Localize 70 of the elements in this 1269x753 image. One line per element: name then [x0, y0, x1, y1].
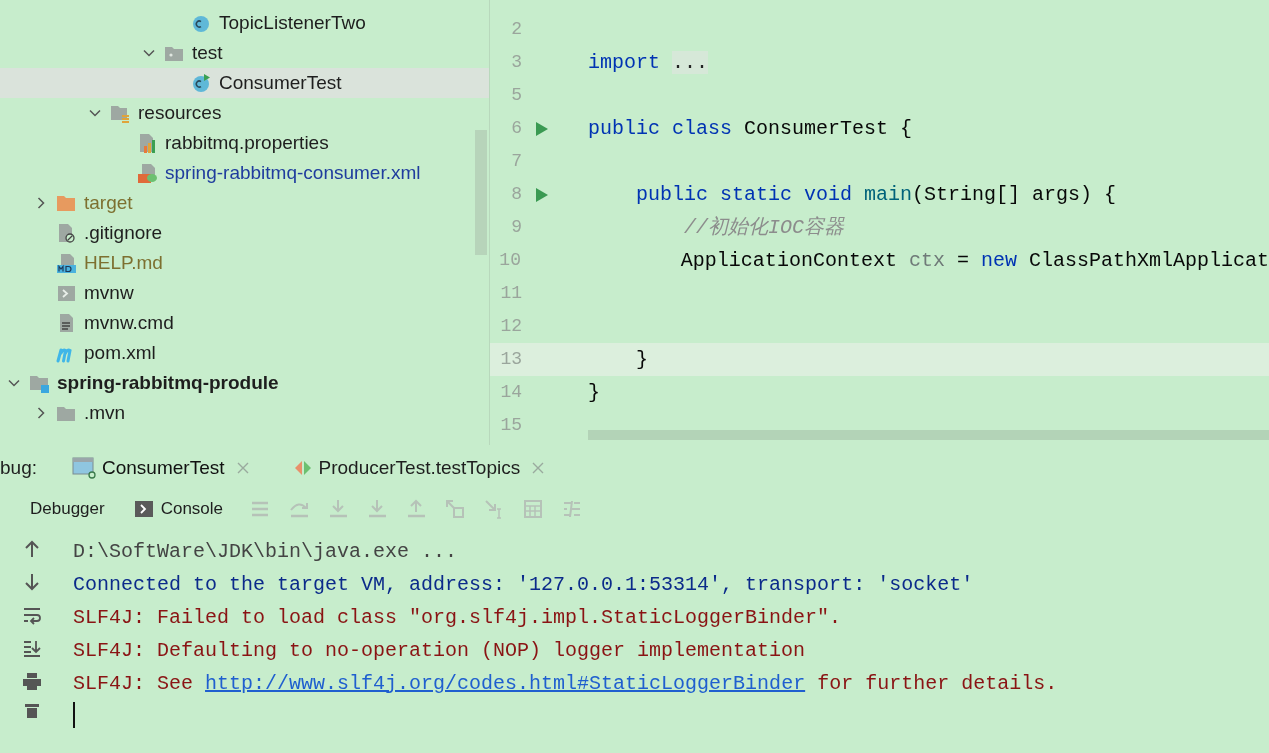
- markdown-file-icon: [56, 253, 76, 273]
- line-number: 3: [510, 51, 522, 74]
- tree-item-label: TopicListenerTwo: [219, 10, 366, 35]
- link[interactable]: http://www.slf4j.org/codes.html#StaticLoggerBinder: [205, 671, 806, 695]
- tree-item-label: mvnw: [84, 280, 134, 305]
- line-number: 12: [499, 315, 522, 338]
- view-tab[interactable]: Console: [124, 492, 234, 526]
- line-number: 7: [510, 150, 522, 173]
- tree-item-label: target: [84, 190, 133, 215]
- runnable-class-icon: [191, 73, 211, 93]
- view-tab[interactable]: Debugger: [20, 492, 115, 526]
- tree-item-label: spring-rabbitmq-produle: [57, 370, 279, 395]
- soft-wrap-icon[interactable]: [22, 605, 42, 625]
- session-tab[interactable]: ProducerTest.testTopics: [290, 450, 547, 486]
- arrow-down-icon[interactable]: [22, 572, 42, 592]
- tree-item-label: .gitignore: [84, 220, 163, 245]
- code-text: }: [635, 346, 648, 373]
- tree-item-label: test: [192, 40, 223, 65]
- console-line: Connected to the target VM, address: '127.0.0.1:53314', transport: 'socket': [73, 571, 975, 598]
- code-text: //初始化IOC容器: [683, 214, 845, 241]
- print-icon[interactable]: [22, 671, 42, 691]
- module-folder-icon: [29, 373, 49, 393]
- console-line: SLF4J: Failed to load class "org.slf4j.impl.StaticLoggerBinder".: [73, 604, 843, 631]
- ignore-file-icon: [56, 223, 76, 243]
- tree-item-label: mvnw.cmd: [84, 310, 174, 335]
- tree-item-label: resources: [138, 100, 222, 125]
- script-file-icon: [56, 283, 76, 303]
- line-number: 8: [510, 183, 522, 206]
- code-text: }: [588, 379, 600, 406]
- console-icon: [134, 501, 153, 517]
- line-number: 13: [499, 348, 522, 371]
- panel-title: bug:: [0, 455, 38, 480]
- tree-item-label: .mvn: [84, 400, 126, 425]
- trash-icon[interactable]: [22, 704, 42, 718]
- close-icon[interactable]: [532, 462, 545, 474]
- scroll-to-end-icon[interactable]: [22, 638, 42, 658]
- tree-item-label: pom.xml: [84, 340, 156, 365]
- properties-file-icon: [137, 133, 157, 153]
- text-cursor: [73, 702, 75, 728]
- class-icon: [191, 13, 211, 33]
- console-line: SLF4J: Defaulting to no-operation (NOP) logger implementation: [73, 637, 807, 664]
- line-number: 6: [510, 117, 522, 140]
- tree-item-label: ConsumerTest: [219, 70, 342, 95]
- scrollbar-thumb[interactable]: [475, 130, 487, 255]
- line-number: 11: [499, 282, 522, 305]
- code-text: ApplicationContext ctx = new ClassPathXmlApplicat: [679, 247, 1269, 274]
- line-number: 14: [499, 381, 522, 404]
- tree-item-label: spring-rabbitmq-consumer.xml: [165, 160, 421, 185]
- line-number: 2: [510, 18, 522, 41]
- resources-folder-icon: [110, 103, 130, 123]
- horizontal-scrollbar[interactable]: [588, 430, 1269, 440]
- run-icon[interactable]: [535, 186, 549, 203]
- session-tab[interactable]: ConsumerTest: [70, 450, 251, 486]
- code-text: public class ConsumerTest {: [588, 115, 913, 142]
- tree-item-label: rabbitmq.properties: [165, 130, 329, 155]
- tree-item-label: HELP.md: [84, 250, 163, 275]
- tree-row[interactable]: ConsumerTest: [0, 68, 489, 98]
- line-number: 5: [510, 84, 522, 107]
- line-number: 9: [510, 216, 522, 239]
- close-icon[interactable]: [236, 462, 249, 474]
- console-line: SLF4J: See http://www.slf4j.org/codes.html#StaticLoggerBinder for further details.: [73, 670, 1059, 697]
- folder-icon: [56, 193, 76, 213]
- code-text: import ...: [588, 49, 709, 76]
- code-text: public static void main(String[] args) {: [635, 181, 1117, 208]
- run-icon[interactable]: [535, 120, 549, 137]
- window-icon: [72, 457, 96, 479]
- line-number: 10: [498, 249, 521, 272]
- line-number: 15: [499, 414, 522, 437]
- console-line: D:\SoftWare\JDK\bin\java.exe ...: [73, 538, 459, 565]
- xml-file-icon: [137, 163, 157, 183]
